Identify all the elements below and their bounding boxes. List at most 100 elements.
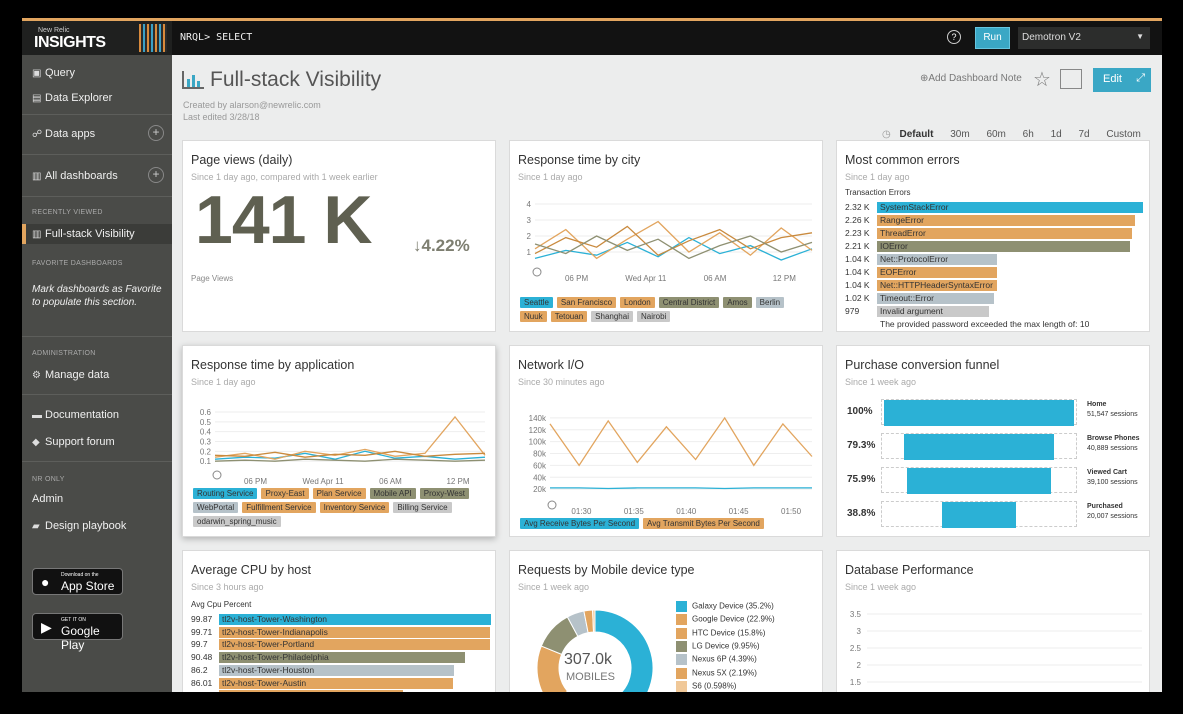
widget-subtitle: Since 1 week ago <box>845 377 917 387</box>
nrql-query-input[interactable]: NRQL> SELECT <box>180 32 252 43</box>
error-count: 1.04 K <box>845 267 870 277</box>
mobile-legend-item[interactable]: S6 (0.598%) <box>676 680 736 692</box>
legend-item[interactable]: London <box>620 297 655 308</box>
error-row[interactable]: 979 Invalid argument <box>845 306 989 317</box>
legend-item[interactable]: Billing Service <box>393 502 452 513</box>
add-dashboard-note-button[interactable]: ⊕Add Dashboard Note <box>920 73 1022 84</box>
sidebar-item-design-playbook[interactable]: ▰ Design playbook <box>22 520 172 532</box>
error-row[interactable]: 1.02 K Timeout::Error <box>845 293 995 304</box>
mobile-legend-item[interactable]: Nexus 6P (4.39%) <box>676 654 757 666</box>
time-option-default[interactable]: Default <box>900 129 934 140</box>
legend-item[interactable]: Tetouan <box>550 311 588 322</box>
cpu-row[interactable]: 99.7 tl2v-host-Tower-Portland <box>191 639 491 651</box>
legend-item[interactable]: Avg Receive Bytes Per Second <box>520 518 640 529</box>
legend-item[interactable]: Central District <box>658 297 720 308</box>
mobile-legend-item[interactable]: HTC Device (15.8%) <box>676 627 765 639</box>
cpu-row[interactable]: 99.71 tl2v-host-Tower-Indianapolis <box>191 626 491 638</box>
reset-zoom-icon[interactable] <box>547 500 557 510</box>
mobile-legend-item[interactable]: Nexus 5X (2.19%) <box>676 667 757 679</box>
y-tick-label: 3 <box>857 627 862 636</box>
time-option-custom[interactable]: Custom <box>1106 129 1140 140</box>
cpu-row[interactable]: 67.52 tl2v-host-Tower-Stockton <box>191 690 403 692</box>
edit-button[interactable]: Edit ⤢ <box>1093 68 1151 92</box>
legend-item[interactable]: Inventory Service <box>319 502 390 513</box>
legend-item[interactable]: odarwin_spring_music <box>193 516 281 527</box>
account-selector[interactable]: Demotron V2 ▼ <box>1018 27 1150 49</box>
donut-center-value: 307.0k <box>564 651 613 668</box>
error-count: 2.21 K <box>845 241 870 251</box>
mobile-legend-item[interactable]: Galaxy Device (35.2%) <box>676 601 774 612</box>
sidebar-item-query[interactable]: ▣ Query <box>22 67 172 79</box>
legend-item[interactable]: Amos <box>723 297 752 308</box>
reset-zoom-icon[interactable] <box>532 267 542 277</box>
help-icon[interactable]: ? <box>947 30 961 44</box>
legend-item[interactable]: Plan Service <box>312 488 366 499</box>
widget-average-cpu-by-host[interactable]: Average CPU by host Since 3 hours ago Av… <box>182 550 496 692</box>
funnel-bar[interactable] <box>903 434 1055 460</box>
error-row[interactable]: 2.32 K SystemStackError <box>845 202 1143 213</box>
sidebar-item-support-forum[interactable]: ◆ Support forum <box>22 436 172 448</box>
time-option-6h[interactable]: 6h <box>1023 129 1034 140</box>
donut-slice[interactable] <box>536 645 569 692</box>
funnel-bar[interactable] <box>884 400 1074 426</box>
error-row[interactable]: 2.26 K RangeError <box>845 215 1136 226</box>
widget-network-io[interactable]: Network I/O Since 30 minutes ago 140k 120… <box>509 345 823 537</box>
sidebar-item-documentation[interactable]: ▬ Documentation <box>22 409 172 421</box>
cpu-row[interactable]: 86.2 tl2v-host-Tower-Houston <box>191 664 454 676</box>
mobile-legend-item[interactable]: LG Device (9.95%) <box>676 640 760 652</box>
widget-database-performance[interactable]: Database Performance Since 1 week ago 3.… <box>836 550 1150 692</box>
error-row[interactable]: 1.04 K Net::ProtocolError <box>845 254 997 265</box>
widget-most-common-errors[interactable]: Most common errors Since 1 day ago Trans… <box>836 140 1150 332</box>
add-dashboard-icon[interactable]: + <box>148 167 164 183</box>
legend-item[interactable]: Proxy-East <box>261 488 309 499</box>
legend-item[interactable]: Berlin <box>755 297 785 308</box>
mobile-legend-item[interactable]: Google Device (22.9%) <box>676 614 775 626</box>
cpu-row[interactable]: 86.01 tl2v-host-Tower-Austin <box>191 677 454 689</box>
error-row[interactable]: 2.21 K IOError <box>845 241 1130 252</box>
sidebar-item-data-explorer[interactable]: ▤ Data Explorer <box>22 92 172 104</box>
legend-item[interactable]: Nuuk <box>520 311 547 322</box>
reset-zoom-icon[interactable] <box>212 470 222 480</box>
legend-item[interactable]: Shanghai <box>591 311 633 322</box>
widget-response-time-by-city[interactable]: Response time by city Since 1 day ago 4 3… <box>509 140 823 332</box>
error-row[interactable]: 1.04 K Net::HTTPHeaderSyntaxError <box>845 280 997 291</box>
legend-item[interactable]: Nairobi <box>636 311 671 322</box>
legend-item[interactable]: San Francisco <box>556 297 617 308</box>
funnel-bar[interactable] <box>942 502 1016 528</box>
widget-requests-by-mobile-device[interactable]: Requests by Mobile device type Since 1 w… <box>509 550 823 692</box>
legend-item[interactable]: Proxy-West <box>419 488 469 499</box>
sidebar-item-full-stack-visibility[interactable]: ▥ Full-stack Visibility <box>22 224 172 244</box>
insights-logo[interactable]: New Relic INSIGHTS <box>22 21 172 55</box>
chat-icon: ◆ <box>32 437 40 448</box>
cpu-value: 99.87 <box>191 614 213 624</box>
error-row[interactable]: The provided password exceeded the max l… <box>845 319 1089 330</box>
donut-slice[interactable] <box>592 609 596 633</box>
legend-item[interactable]: Seattle <box>520 297 553 308</box>
sidebar-item-admin[interactable]: Admin <box>22 493 172 505</box>
funnel-bar[interactable] <box>906 468 1052 494</box>
google-play-small-text: GET IT ON <box>61 617 86 623</box>
run-button[interactable]: Run <box>975 27 1010 49</box>
app-store-badge[interactable]: ● Download on the App Store <box>32 568 123 595</box>
legend-item[interactable]: Routing Service <box>193 488 258 499</box>
widget-page-views[interactable]: Page views (daily) Since 1 day ago, comp… <box>182 140 496 332</box>
error-row[interactable]: 2.23 K ThreadError <box>845 228 1133 239</box>
legend-item[interactable]: WebPortal <box>193 502 239 513</box>
cpu-row[interactable]: 99.87 tl2v-host-Tower-Washington <box>191 614 491 625</box>
sidebar-item-manage-data[interactable]: ⚙ Manage data <box>22 369 172 381</box>
cpu-row[interactable]: 90.48 tl2v-host-Tower-Philadelphia <box>191 652 466 664</box>
layout-grid-icon[interactable] <box>1060 69 1082 89</box>
widget-response-time-by-application[interactable]: Response time by application Since 1 day… <box>182 345 496 537</box>
time-option-30m[interactable]: 30m <box>950 129 969 140</box>
favorite-star-icon[interactable]: ☆ <box>1033 67 1051 92</box>
time-option-1d[interactable]: 1d <box>1051 129 1062 140</box>
google-play-badge[interactable]: ▶ GET IT ON Google Play <box>32 613 123 652</box>
time-option-7d[interactable]: 7d <box>1078 129 1089 140</box>
legend-item[interactable]: Avg Transmit Bytes Per Second <box>643 518 764 529</box>
error-row[interactable]: 1.04 K EOFError <box>845 267 997 278</box>
legend-item[interactable]: Mobile API <box>369 488 416 499</box>
widget-purchase-conversion-funnel[interactable]: Purchase conversion funnel Since 1 week … <box>836 345 1150 537</box>
add-data-app-icon[interactable]: + <box>148 125 164 141</box>
legend-item[interactable]: Fulfillment Service <box>242 502 316 513</box>
time-option-60m[interactable]: 60m <box>986 129 1005 140</box>
